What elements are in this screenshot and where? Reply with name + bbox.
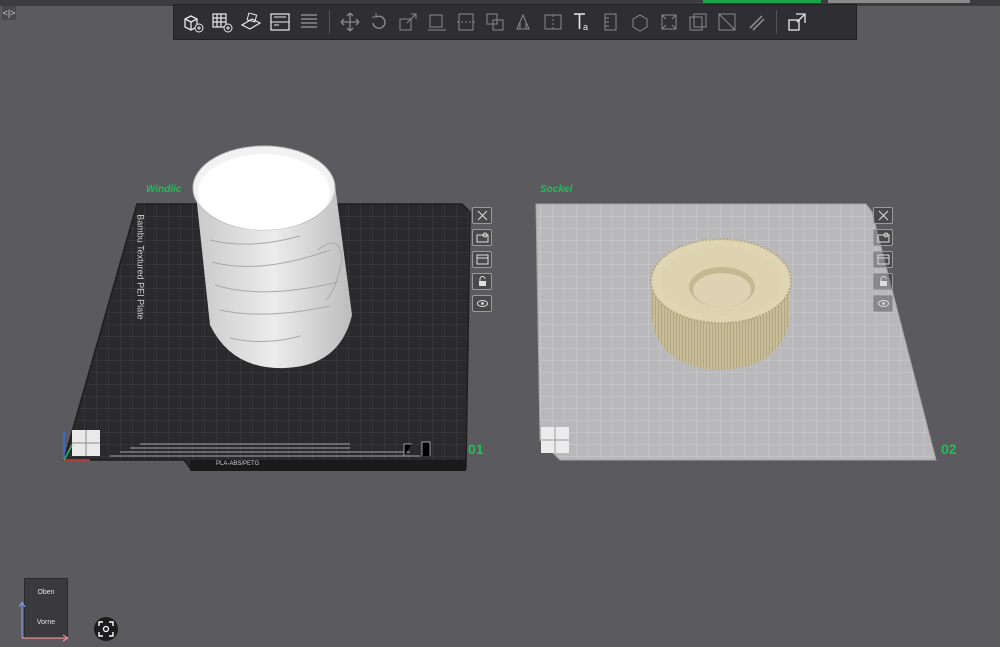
3d-viewport[interactable] (0, 0, 1000, 647)
plate-1-name[interactable]: Windlic (146, 184, 181, 195)
axis-indicator-icon (18, 601, 69, 642)
fit-view-button[interactable] (94, 617, 118, 641)
delete-plate-icon[interactable] (472, 207, 492, 224)
auto-arrange-plate-icon[interactable] (873, 229, 893, 246)
windlicht-object[interactable] (192, 145, 352, 369)
lock-plate-icon[interactable] (873, 273, 893, 290)
plate-1-bed-text: Bambu Textured PEI Plate (135, 214, 146, 320)
plate-1-actions (472, 207, 492, 312)
fit-view-icon (98, 621, 114, 637)
show-plate-icon[interactable] (873, 295, 893, 312)
lock-plate-icon[interactable] (472, 273, 492, 290)
show-plate-icon[interactable] (472, 295, 492, 312)
sockel-object[interactable] (650, 238, 792, 370)
auto-arrange-plate-icon[interactable] (472, 229, 492, 246)
plate-1-filament-text: PLA-ABS/PETG (216, 461, 260, 467)
plate-2-name[interactable]: Sockel (540, 184, 572, 195)
delete-plate-icon[interactable] (873, 207, 893, 224)
plate-2-number: 02 (941, 441, 957, 457)
plate-2-actions (873, 207, 893, 312)
plate-settings-icon[interactable] (873, 251, 893, 268)
plate-settings-icon[interactable] (472, 251, 492, 268)
plate-1-number: 01 (468, 441, 484, 457)
